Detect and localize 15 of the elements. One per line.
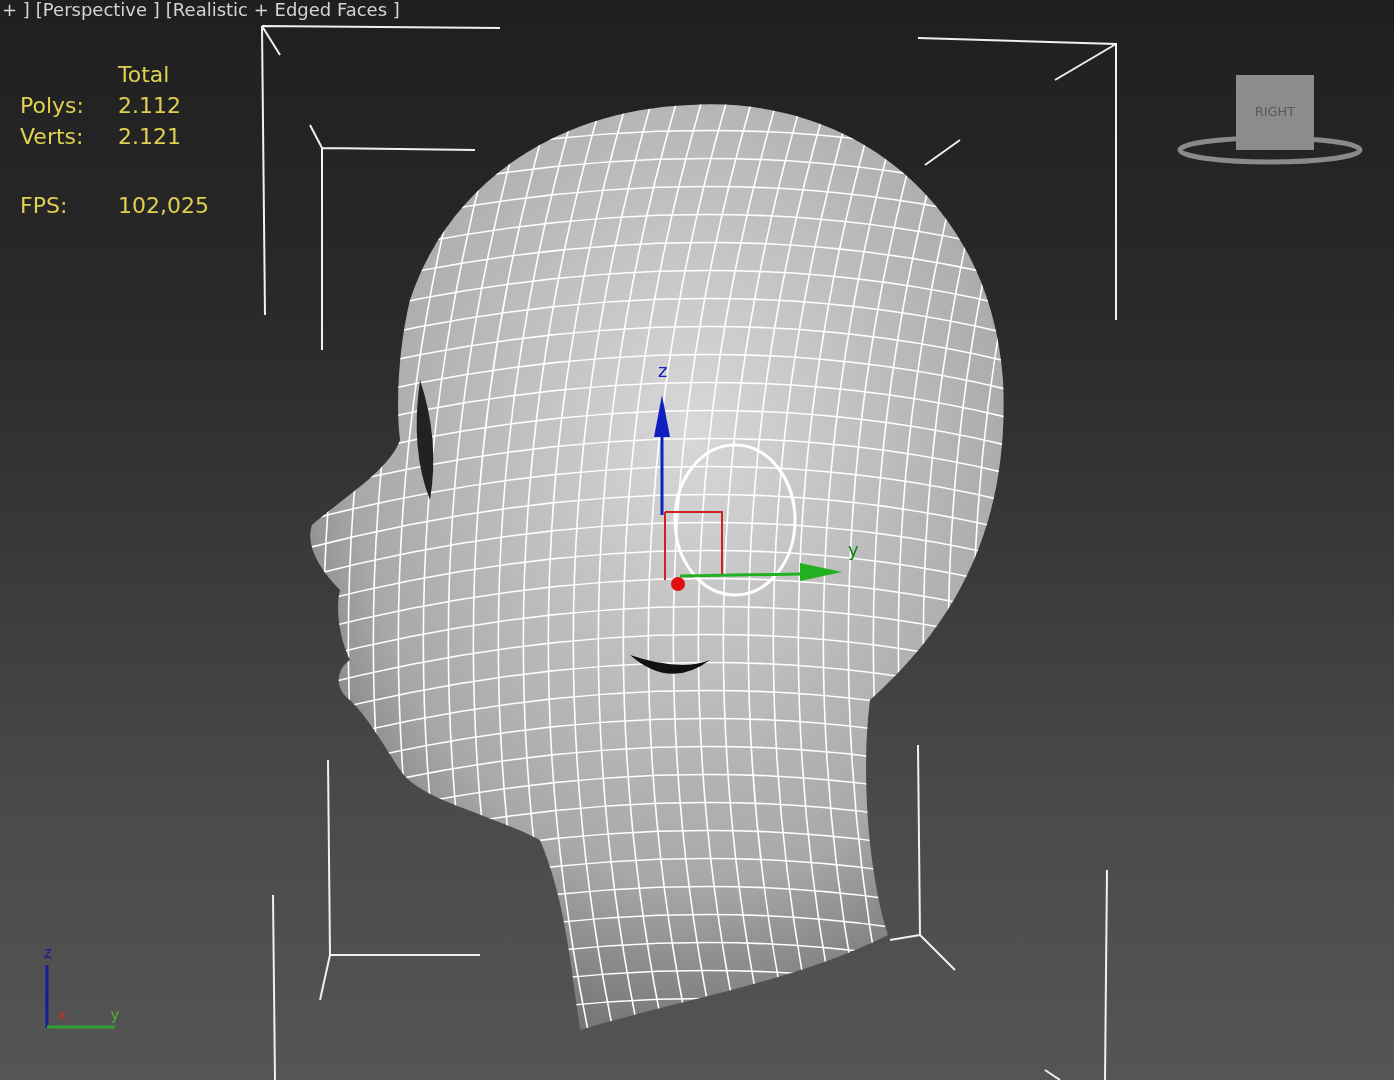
axis-label: z xyxy=(44,944,52,962)
gizmo-axis-label: y xyxy=(848,539,859,560)
stats-header: Total xyxy=(118,62,171,87)
axis-label: x xyxy=(57,1006,67,1024)
stat-value: 102,025 xyxy=(118,193,209,218)
stat-value: 2.121 xyxy=(118,124,182,149)
stat-label: Polys: xyxy=(20,93,85,118)
gizmo-axis-label: z xyxy=(658,360,668,381)
axis-label: y xyxy=(110,1006,120,1024)
stat-label: FPS: xyxy=(20,193,69,218)
stat-label: Verts: xyxy=(20,124,85,149)
viewport-menu-label[interactable]: [Realistic + Edged Faces ] xyxy=(165,0,400,20)
viewport-menu-label[interactable]: [Perspective ] xyxy=(35,0,160,20)
stat-value: 2.112 xyxy=(118,93,182,118)
viewport-menu-label[interactable]: + ] xyxy=(2,0,30,20)
